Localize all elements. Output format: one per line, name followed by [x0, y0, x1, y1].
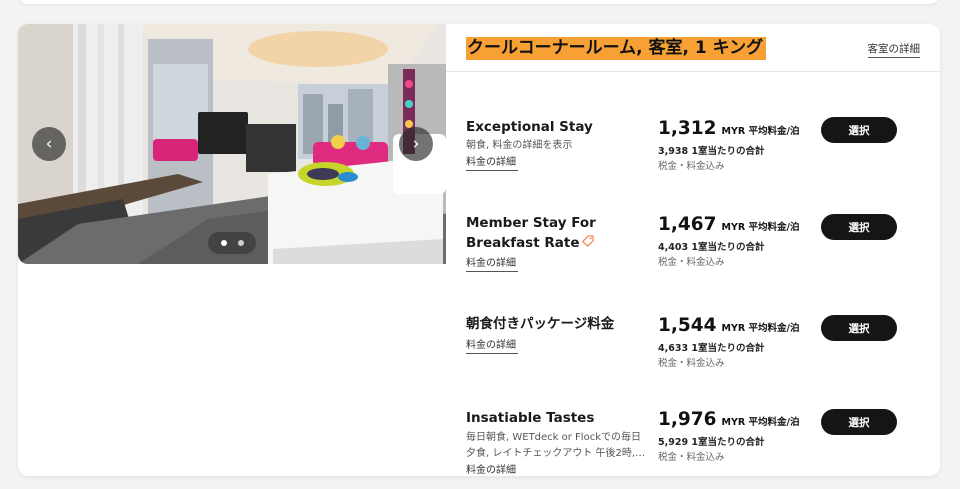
- total-price: 4,633 1室当たりの合計: [658, 343, 765, 354]
- carousel-next-button[interactable]: ›: [399, 127, 433, 161]
- tag-icon: [582, 233, 595, 253]
- rate-description: 毎日朝食, WETdeck or Flockでの毎日夕食, レイトチェックアウト…: [466, 432, 646, 459]
- rate-details-link[interactable]: 料金の詳細: [466, 464, 518, 476]
- total-price: 5,929 1室当たりの合計: [658, 437, 765, 448]
- rate-details-link[interactable]: 料金の詳細: [466, 156, 518, 171]
- price-line: 1,544 MYR 平均料金/泊: [658, 315, 799, 336]
- price-unit: MYR 平均料金/泊: [721, 417, 800, 428]
- price-line: 1,976 MYR 平均料金/泊: [658, 409, 799, 430]
- rate-details-link[interactable]: 料金の詳細: [466, 257, 518, 272]
- carousel-dot[interactable]: [220, 240, 227, 246]
- price-line: 1,467 MYR 平均料金/泊: [658, 214, 799, 235]
- total-price: 4,403 1室当たりの合計: [658, 242, 765, 253]
- tax-note: 税金・料金込み: [658, 161, 725, 172]
- carousel-dots: [208, 232, 256, 254]
- nightly-price: 1,544: [658, 315, 717, 336]
- total-price: 3,938 1室当たりの合計: [658, 146, 765, 157]
- nightly-price: 1,467: [658, 214, 717, 235]
- room-title: クールコーナールーム, 客室, 1 キング: [466, 37, 767, 60]
- select-button[interactable]: 選択: [821, 117, 897, 143]
- rate-name: Insatiable Tastes: [466, 410, 595, 426]
- carousel-prev-button[interactable]: ‹: [32, 127, 66, 161]
- price-unit: MYR 平均料金/泊: [721, 222, 800, 233]
- rate-name: Exceptional Stay: [466, 119, 593, 135]
- carousel-dot[interactable]: [237, 240, 244, 246]
- rate-details-link[interactable]: 料金の詳細: [466, 339, 518, 354]
- rate-name: Member Stay For Breakfast Rate: [466, 213, 646, 253]
- price-line: 1,312 MYR 平均料金/泊: [658, 118, 799, 139]
- room-card: ‹ › クールコーナールーム, 客室, 1 キング 客室の詳細 Exceptio…: [18, 24, 940, 476]
- nightly-price: 1,312: [658, 118, 717, 139]
- rate-name-text: Member Stay For Breakfast Rate: [466, 215, 596, 251]
- select-button[interactable]: 選択: [821, 315, 897, 341]
- price-unit: MYR 平均料金/泊: [721, 323, 800, 334]
- room-details-link[interactable]: 客室の詳細: [867, 41, 920, 58]
- previous-card-edge: [18, 0, 940, 4]
- nightly-price: 1,976: [658, 409, 717, 430]
- select-button[interactable]: 選択: [821, 409, 897, 435]
- select-button[interactable]: 選択: [821, 214, 897, 240]
- price-unit: MYR 平均料金/泊: [721, 126, 800, 137]
- room-image: [18, 24, 446, 264]
- room-header: クールコーナールーム, 客室, 1 キング 客室の詳細: [446, 24, 940, 72]
- room-photo: ‹ ›: [18, 24, 446, 264]
- rate-description: 朝食, 料金の詳細を表示: [466, 140, 573, 151]
- rate-name: 朝食付きパッケージ料金: [466, 316, 615, 332]
- tax-note: 税金・料金込み: [658, 358, 725, 369]
- tax-note: 税金・料金込み: [658, 257, 725, 268]
- tax-note: 税金・料金込み: [658, 452, 725, 463]
